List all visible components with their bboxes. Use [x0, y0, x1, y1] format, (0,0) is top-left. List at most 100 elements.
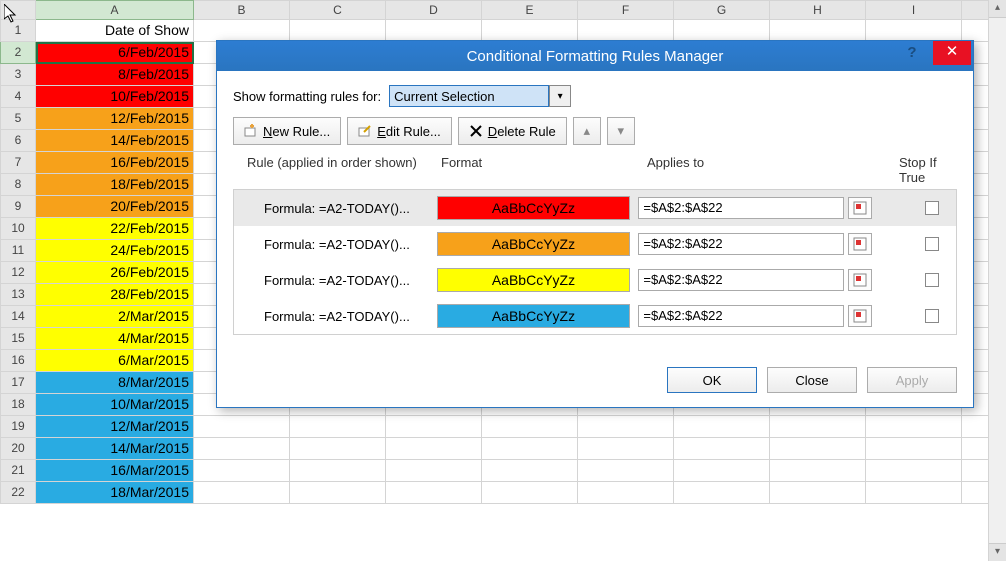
cell[interactable]: 18/Feb/2015 — [36, 174, 194, 196]
rule-applies-input[interactable]: =$A$2:$A$22 — [638, 269, 844, 291]
dialog-titlebar[interactable]: Conditional Formatting Rules Manager ? ✕ — [217, 41, 973, 71]
row-header[interactable]: 22 — [0, 482, 36, 504]
row-header[interactable]: 20 — [0, 438, 36, 460]
column-header-D[interactable]: D — [386, 0, 482, 20]
row-header[interactable]: 3 — [0, 64, 36, 86]
cell[interactable] — [194, 20, 290, 42]
cell[interactable] — [482, 482, 578, 504]
new-rule-button[interactable]: New Rule... — [233, 117, 341, 145]
cell[interactable] — [194, 460, 290, 482]
row-header[interactable]: 16 — [0, 350, 36, 372]
rule-row[interactable]: Formula: =A2-TODAY()...AaBbCcYyZz=$A$2:$… — [234, 298, 956, 334]
row-header[interactable]: 9 — [0, 196, 36, 218]
row-header[interactable]: 13 — [0, 284, 36, 306]
cell[interactable]: 12/Mar/2015 — [36, 416, 194, 438]
cell[interactable]: 28/Feb/2015 — [36, 284, 194, 306]
row-header[interactable]: 18 — [0, 394, 36, 416]
move-down-button[interactable]: ▾ — [607, 117, 635, 145]
row-header[interactable]: 11 — [0, 240, 36, 262]
column-header-C[interactable]: C — [290, 0, 386, 20]
cell[interactable] — [770, 20, 866, 42]
rule-applies-input[interactable]: =$A$2:$A$22 — [638, 305, 844, 327]
cell[interactable] — [482, 20, 578, 42]
cell[interactable]: 8/Feb/2015 — [36, 64, 194, 86]
cell[interactable] — [866, 482, 962, 504]
range-selector-button[interactable] — [848, 269, 871, 291]
cell[interactable] — [290, 460, 386, 482]
cell[interactable]: 10/Feb/2015 — [36, 86, 194, 108]
range-selector-button[interactable] — [848, 197, 871, 219]
range-selector-button[interactable] — [848, 233, 871, 255]
cell[interactable] — [482, 416, 578, 438]
column-header-H[interactable]: H — [770, 0, 866, 20]
row-header[interactable]: 21 — [0, 460, 36, 482]
help-button[interactable]: ? — [893, 41, 931, 65]
column-header-I[interactable]: I — [866, 0, 962, 20]
cell[interactable] — [770, 416, 866, 438]
column-header-A[interactable]: A — [36, 0, 194, 20]
stop-if-true-checkbox[interactable] — [925, 201, 939, 215]
cell[interactable]: 6/Mar/2015 — [36, 350, 194, 372]
close-button[interactable]: ✕ — [933, 41, 971, 65]
cell[interactable]: 26/Feb/2015 — [36, 262, 194, 284]
stop-if-true-checkbox[interactable] — [925, 237, 939, 251]
cell[interactable]: 12/Feb/2015 — [36, 108, 194, 130]
cell[interactable] — [386, 460, 482, 482]
cell[interactable] — [194, 416, 290, 438]
cell[interactable] — [866, 438, 962, 460]
row-header[interactable]: 17 — [0, 372, 36, 394]
cell[interactable] — [578, 416, 674, 438]
cell[interactable] — [290, 438, 386, 460]
row-header[interactable]: 7 — [0, 152, 36, 174]
cell[interactable] — [290, 20, 386, 42]
cell[interactable] — [770, 460, 866, 482]
cell[interactable] — [674, 416, 770, 438]
cell[interactable] — [578, 438, 674, 460]
cell[interactable] — [674, 438, 770, 460]
ok-button[interactable]: OK — [667, 367, 757, 393]
cell[interactable] — [290, 416, 386, 438]
apply-button[interactable]: Apply — [867, 367, 957, 393]
vertical-scrollbar[interactable]: ▴ ▾ — [988, 0, 1006, 561]
cell[interactable]: 16/Feb/2015 — [36, 152, 194, 174]
cell[interactable] — [770, 482, 866, 504]
cell[interactable] — [386, 482, 482, 504]
cell[interactable] — [674, 20, 770, 42]
scroll-down-icon[interactable]: ▾ — [989, 543, 1006, 561]
filter-input[interactable] — [389, 85, 549, 107]
cell[interactable]: 4/Mar/2015 — [36, 328, 194, 350]
cell[interactable]: 18/Mar/2015 — [36, 482, 194, 504]
row-header[interactable]: 8 — [0, 174, 36, 196]
cell[interactable] — [578, 482, 674, 504]
cell[interactable]: 14/Feb/2015 — [36, 130, 194, 152]
cell[interactable] — [770, 438, 866, 460]
cell[interactable] — [194, 482, 290, 504]
row-header[interactable]: 4 — [0, 86, 36, 108]
scroll-up-icon[interactable]: ▴ — [989, 0, 1006, 18]
row-header[interactable]: 12 — [0, 262, 36, 284]
row-header[interactable]: 15 — [0, 328, 36, 350]
cell[interactable]: 20/Feb/2015 — [36, 196, 194, 218]
move-up-button[interactable]: ▴ — [573, 117, 601, 145]
rule-row[interactable]: Formula: =A2-TODAY()...AaBbCcYyZz=$A$2:$… — [234, 226, 956, 262]
cell[interactable]: 24/Feb/2015 — [36, 240, 194, 262]
row-header[interactable]: 10 — [0, 218, 36, 240]
cell[interactable]: 6/Feb/2015 — [36, 42, 194, 64]
cell[interactable]: Date of Show — [36, 20, 194, 42]
cell[interactable] — [866, 20, 962, 42]
close-dialog-button[interactable]: Close — [767, 367, 857, 393]
row-header[interactable]: 14 — [0, 306, 36, 328]
cell[interactable] — [386, 438, 482, 460]
filter-combo[interactable]: ▾ — [389, 85, 571, 107]
cell[interactable]: 22/Feb/2015 — [36, 218, 194, 240]
cell[interactable] — [194, 438, 290, 460]
cell[interactable] — [386, 20, 482, 42]
delete-rule-button[interactable]: Delete Rule — [458, 117, 567, 145]
column-header-F[interactable]: F — [578, 0, 674, 20]
cell[interactable]: 10/Mar/2015 — [36, 394, 194, 416]
cell[interactable] — [866, 460, 962, 482]
cell[interactable] — [578, 460, 674, 482]
cell[interactable] — [578, 20, 674, 42]
rule-row[interactable]: Formula: =A2-TODAY()...AaBbCcYyZz=$A$2:$… — [234, 190, 956, 226]
column-header-G[interactable]: G — [674, 0, 770, 20]
